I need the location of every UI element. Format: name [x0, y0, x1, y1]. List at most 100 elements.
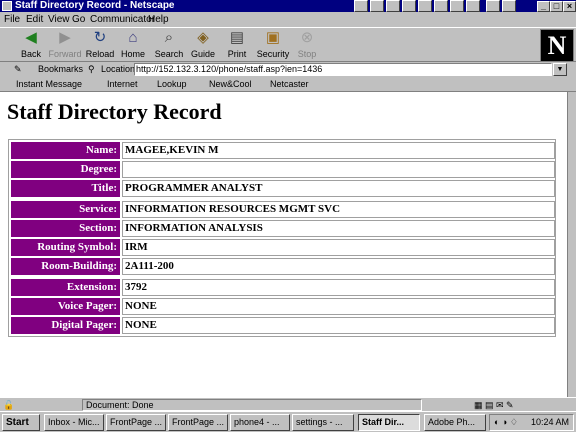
forward-button[interactable]: ▶ Forward — [46, 29, 84, 61]
table-row: Name: MAGEE,KEVIN M — [11, 142, 555, 159]
row-label: Room-Building: — [11, 258, 120, 275]
find-icon[interactable] — [450, 0, 464, 12]
tray-clock[interactable]: 10:24 AM — [531, 415, 569, 430]
office-icon[interactable] — [486, 0, 500, 12]
row-label: Voice Pager: — [11, 298, 120, 315]
home-label: Home — [120, 49, 145, 59]
component-bar-icons[interactable]: ▦ ▤ ✉ ✎ — [474, 398, 514, 412]
guide-icon: ◈ — [197, 29, 209, 46]
print-label: Print — [227, 49, 247, 59]
row-value: MAGEE,KEVIN M — [122, 142, 555, 159]
status-bar: 🔓 Document: Done ▦ ▤ ✉ ✎ — [0, 397, 576, 411]
maximize-button[interactable]: □ — [550, 1, 563, 12]
row-label: Title: — [11, 180, 120, 197]
guide-label: Guide — [190, 49, 216, 59]
table-row: Section: INFORMATION ANALYSIS — [11, 220, 555, 237]
security-label: Security — [256, 49, 290, 59]
personal-new-cool[interactable]: New&Cool — [209, 77, 252, 92]
row-value: 2A111-200 — [122, 258, 555, 275]
table-row: Service: INFORMATION RESOURCES MGMT SVC — [11, 201, 555, 218]
minimize-button[interactable]: _ — [537, 1, 550, 12]
security-button[interactable]: ▣ Security — [254, 29, 292, 61]
home-icon: ⌂ — [128, 29, 138, 46]
page-title: Staff Directory Record — [7, 99, 222, 124]
search-icon: ⌕ — [164, 29, 174, 46]
row-value — [122, 161, 555, 178]
table-row: Routing Symbol: IRM — [11, 239, 555, 256]
back-button[interactable]: ◀ Back — [12, 29, 50, 61]
menu-view[interactable]: View — [48, 12, 70, 27]
reload-label: Reload — [85, 49, 115, 59]
task-settings[interactable]: settings - ... — [292, 414, 354, 431]
print-icon: ▤ — [229, 29, 245, 46]
task-frontpage-2[interactable]: FrontPage ... — [168, 414, 228, 431]
quicklaunch-icon[interactable] — [354, 0, 368, 12]
row-value: NONE — [122, 298, 555, 315]
task-phone4[interactable]: phone4 - ... — [230, 414, 290, 431]
location-dropdown-button[interactable]: ▼ — [553, 63, 567, 76]
powerpoint-icon[interactable] — [402, 0, 416, 12]
security-status-icon[interactable]: 🔓 — [3, 398, 14, 412]
row-label: Digital Pager: — [11, 317, 120, 334]
print-button[interactable]: ▤ Print — [218, 29, 256, 61]
outlook-icon[interactable] — [434, 0, 448, 12]
task-adobe-photoshop[interactable]: Adobe Ph... — [424, 414, 486, 431]
menu-edit[interactable]: Edit — [26, 12, 43, 27]
home-button[interactable]: ⌂ Home — [114, 29, 152, 61]
word-icon[interactable] — [370, 0, 384, 12]
reload-icon: ↻ — [93, 29, 107, 46]
table-row: Title: PROGRAMMER ANALYST — [11, 180, 555, 197]
personal-toolbar: Instant Message Internet Lookup New&Cool… — [0, 77, 576, 92]
netscape-logo[interactable]: N — [540, 29, 574, 62]
row-value: 3792 — [122, 279, 555, 296]
bookmarks-icon: ✎ — [14, 64, 22, 74]
vertical-scrollbar[interactable] — [567, 92, 576, 397]
row-value: INFORMATION RESOURCES MGMT SVC — [122, 201, 555, 218]
row-label: Name: — [11, 142, 120, 159]
windows-taskbar: Start Inbox - Mic... FrontPage ... Front… — [0, 411, 576, 432]
menu-communicator[interactable]: Communicator — [90, 12, 155, 27]
system-tray: ◐ ◑ ♢ 10:24 AM — [489, 414, 574, 431]
menu-help[interactable]: Help — [148, 12, 169, 27]
netscape-app-icon[interactable] — [2, 1, 12, 11]
table-row: Degree: — [11, 161, 555, 178]
table-row: Extension: 3792 — [11, 279, 555, 296]
table-row: Room-Building: 2A111-200 — [11, 258, 555, 275]
row-value: NONE — [122, 317, 555, 334]
close-button[interactable]: × — [563, 1, 576, 12]
binder-icon[interactable] — [466, 0, 480, 12]
stop-button[interactable]: ⊗ Stop — [288, 29, 326, 61]
location-toolbar: ✎ Bookmarks ⚲ Location: http://152.132.3… — [0, 62, 576, 77]
bookmarks-button[interactable]: Bookmarks — [38, 62, 83, 77]
excel-icon[interactable] — [386, 0, 400, 12]
search-button[interactable]: ⌕ Search — [150, 29, 188, 61]
location-url-input[interactable]: http://152.132.3.120/phone/staff.asp?ien… — [134, 63, 552, 76]
menu-go[interactable]: Go — [72, 12, 85, 27]
access-icon[interactable] — [418, 0, 432, 12]
row-label: Degree: — [11, 161, 120, 178]
personal-netcaster[interactable]: Netcaster — [270, 77, 309, 92]
menu-file[interactable]: File — [4, 12, 20, 27]
personal-internet[interactable]: Internet — [107, 77, 138, 92]
task-staff-directory[interactable]: Staff Dir... — [358, 414, 420, 431]
stop-label: Stop — [297, 49, 317, 59]
status-text: Document: Done — [82, 399, 422, 411]
guide-button[interactable]: ◈ Guide — [184, 29, 222, 61]
row-label: Service: — [11, 201, 120, 218]
back-label: Back — [20, 49, 41, 59]
task-inbox[interactable]: Inbox - Mic... — [44, 414, 104, 431]
page-proxy-icon[interactable]: ⚲ — [88, 62, 95, 77]
personal-lookup[interactable]: Lookup — [157, 77, 187, 92]
personal-instant-message[interactable]: Instant Message — [16, 77, 82, 92]
navigation-toolbar: ◀ Back ▶ Forward ↻ Reload ⌂ Home ⌕ Searc… — [0, 27, 576, 62]
table-row: Digital Pager: NONE — [11, 317, 555, 334]
help-icon[interactable] — [502, 0, 516, 12]
start-button[interactable]: Start — [2, 414, 40, 431]
task-frontpage-1[interactable]: FrontPage ... — [106, 414, 166, 431]
title-bar: Staff Directory Record - Netscape _ □ × — [0, 0, 576, 12]
tray-icons[interactable]: ◐ ◑ ♢ — [494, 415, 518, 430]
back-arrow-icon: ◀ — [25, 29, 37, 46]
location-label: Location: — [101, 64, 138, 74]
menu-bar: File Edit View Go Communicator Help — [0, 12, 576, 27]
forward-label: Forward — [48, 49, 82, 59]
